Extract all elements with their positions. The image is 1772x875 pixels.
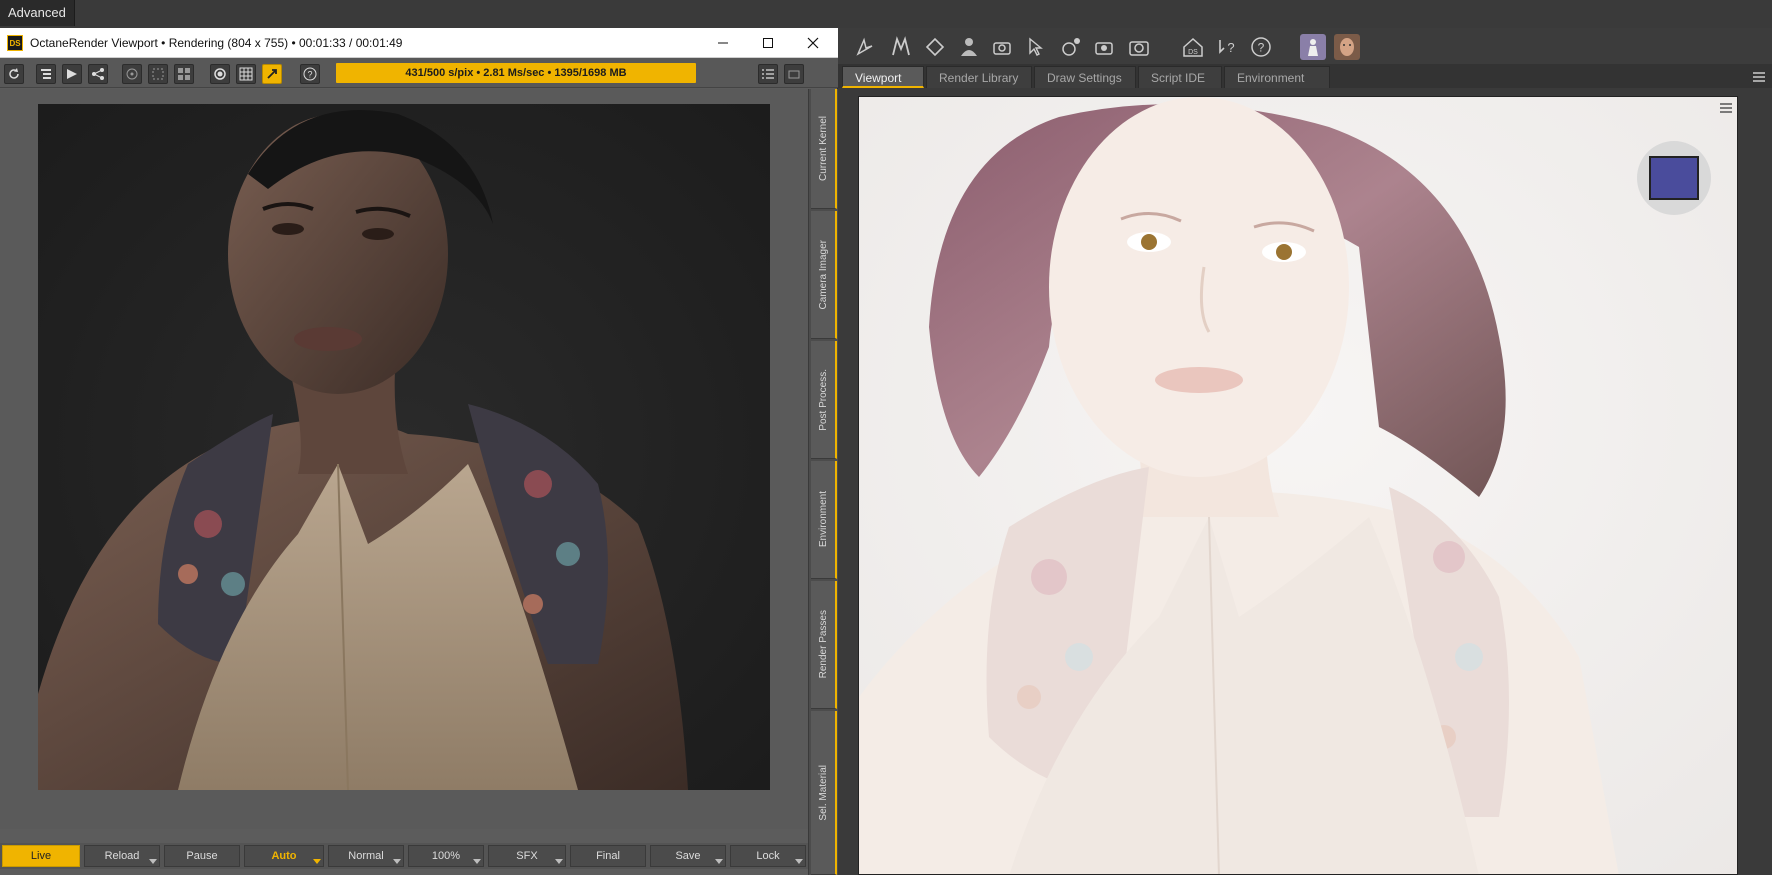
final-button[interactable]: Final [570, 845, 646, 867]
chevron-down-icon [473, 859, 481, 864]
chevron-down-icon [313, 859, 321, 864]
translate-tool-icon[interactable] [922, 34, 948, 60]
daz-logo-icon: DS [7, 35, 23, 51]
tab-sel-material[interactable]: Sel. Material [811, 711, 837, 875]
maximize-button[interactable] [745, 28, 790, 58]
viewport-scene-image [859, 97, 1737, 874]
camera-tool-icon[interactable] [990, 34, 1016, 60]
svg-text:?: ? [1227, 40, 1234, 55]
minimize-button[interactable] [700, 28, 745, 58]
chevron-down-icon [795, 859, 803, 864]
maximize-icon [762, 38, 773, 48]
tab-render-library[interactable]: Render Library [926, 66, 1032, 88]
render-area [0, 89, 808, 829]
pause-button[interactable]: Pause [164, 845, 240, 867]
svg-text:DS: DS [1188, 49, 1198, 56]
tab-current-kernel[interactable]: Current Kernel [811, 89, 837, 209]
chevron-down-icon [393, 859, 401, 864]
octane-window: DS OctaneRender Viewport • Rendering (80… [0, 28, 838, 875]
normal-mode-dropdown[interactable]: Normal [328, 845, 404, 867]
render-status-bar: 431/500 s/pix • 2.81 Ms/sec • 1395/1698 … [336, 63, 696, 83]
node-graph-icon[interactable] [88, 64, 108, 84]
tab-environment[interactable]: Environment [1224, 66, 1330, 88]
figure-thumbnail-icon[interactable] [1300, 34, 1326, 60]
render-icon[interactable] [1126, 34, 1152, 60]
workspace-label[interactable]: Advanced [0, 0, 75, 26]
tab-viewport[interactable]: Viewport [842, 66, 924, 88]
render-settings-icon[interactable] [1058, 34, 1084, 60]
daz-viewport[interactable] [858, 96, 1738, 875]
zoom-dropdown[interactable]: 100% [408, 845, 484, 867]
refresh-icon[interactable] [4, 64, 24, 84]
focus-picker-icon[interactable] [122, 64, 142, 84]
auto-mode-dropdown[interactable]: Auto [244, 845, 324, 867]
pane-menu-icon[interactable] [1752, 70, 1766, 88]
chevron-down-icon [555, 859, 563, 864]
whats-this-icon[interactable]: ? [1214, 34, 1240, 60]
list-view-icon[interactable] [758, 64, 778, 84]
help-icon[interactable]: ? [300, 64, 320, 84]
live-button[interactable]: Live [2, 845, 80, 867]
render-preview-image[interactable] [38, 104, 770, 790]
octane-bottom-bar: Live Reload Pause Auto Normal 100% SFX F… [0, 843, 808, 869]
window-title: OctaneRender Viewport • Rendering (804 x… [30, 36, 403, 50]
sfx-dropdown[interactable]: SFX [488, 845, 566, 867]
reload-button[interactable]: Reload [84, 845, 160, 867]
navigation-cube[interactable] [1637, 141, 1711, 215]
close-button[interactable] [790, 28, 835, 58]
lock-button[interactable]: Lock [730, 845, 806, 867]
top-menu-bar: Advanced [0, 0, 1772, 26]
universal-tool-icon[interactable] [852, 34, 878, 60]
grid-overlay-icon[interactable] [236, 64, 256, 84]
node-weight-tool-icon[interactable] [888, 34, 914, 60]
chevron-down-icon [715, 859, 723, 864]
tab-script-ide[interactable]: Script IDE [1138, 66, 1222, 88]
viewport-menu-icon[interactable] [1719, 101, 1733, 120]
octane-titlebar[interactable]: DS OctaneRender Viewport • Rendering (80… [0, 28, 838, 58]
octane-toolbar: ? 431/500 s/pix • 2.81 Ms/sec • 1395/169… [0, 58, 838, 88]
sync-camera-icon[interactable] [262, 64, 282, 84]
help-icon[interactable]: ? [1248, 34, 1274, 60]
stop-render-icon[interactable] [210, 64, 230, 84]
save-button[interactable]: Save [650, 845, 726, 867]
region-render-icon[interactable] [148, 64, 168, 84]
svg-text:?: ? [307, 70, 312, 80]
figure-tool-icon[interactable] [956, 34, 982, 60]
daz-pane-tabs: Viewport Render Library Draw Settings Sc… [838, 64, 1772, 88]
view-cube-icon[interactable] [1649, 156, 1699, 200]
viewport-frame [838, 88, 1772, 875]
scene-tree-icon[interactable] [36, 64, 56, 84]
tab-render-passes[interactable]: Render Passes [811, 581, 837, 709]
layout-grid-icon[interactable] [174, 64, 194, 84]
snapshot-icon[interactable] [784, 64, 804, 84]
svg-text:?: ? [1258, 41, 1265, 55]
select-tool-icon[interactable] [1024, 34, 1050, 60]
tab-draw-settings[interactable]: Draw Settings [1034, 66, 1136, 88]
render-camera-icon[interactable] [1092, 34, 1118, 60]
close-icon [807, 37, 818, 49]
tab-post-process[interactable]: Post Process. [811, 341, 837, 459]
daz-home-icon[interactable]: DS [1180, 34, 1206, 60]
tab-camera-imager[interactable]: Camera Imager [811, 211, 837, 339]
daz-main-toolbar: DS ? ? [838, 28, 1772, 64]
octane-side-tabs: Current Kernel Camera Imager Post Proces… [808, 89, 838, 875]
face-thumbnail-icon[interactable] [1334, 34, 1360, 60]
material-icon[interactable] [62, 64, 82, 84]
chevron-down-icon [149, 859, 157, 864]
minimize-icon [717, 42, 728, 44]
tab-environment[interactable]: Environment [811, 461, 837, 579]
